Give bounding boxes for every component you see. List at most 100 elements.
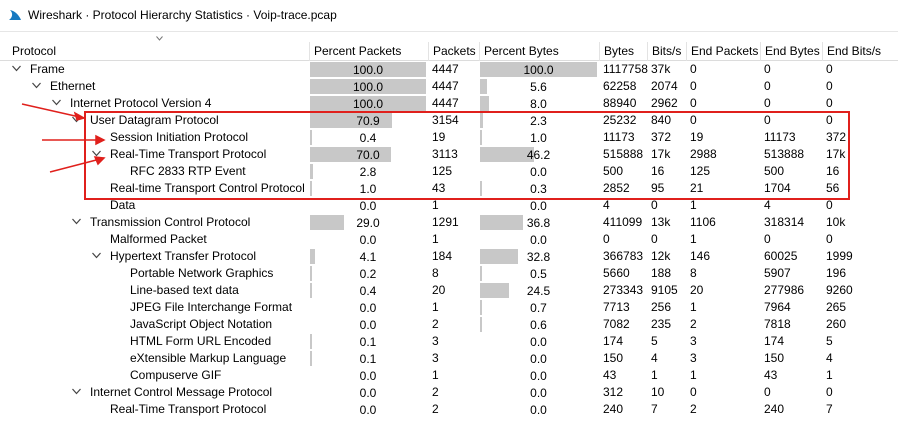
column-header-protocol[interactable]: Protocol [0,42,309,61]
percent-bytes-bar: 0.7 [480,300,597,315]
column-header-percent-packets[interactable]: Percent Packets [309,42,428,61]
percent-packets-bar: 0.0 [310,198,426,213]
expand-chevron-down-icon[interactable] [72,388,81,395]
expand-chevron-down-icon[interactable] [52,99,61,106]
percent-bytes-value: 0.0 [530,335,547,349]
bytes-value: 5660 [603,266,630,280]
table-row[interactable]: JPEG File Interchange Format 0.0 0.7 1 7713 2… [0,299,898,316]
table-row[interactable]: Frame 100.0 100.0 4447 1117758 37k 0 0 0 [0,61,898,78]
percent-bytes-bar: 0.5 [480,266,597,281]
table-row[interactable]: Internet Control Message Protocol 0.0 0.0 2… [0,384,898,401]
end-bytes-value: 174 [764,334,785,348]
expand-chevron-down-icon[interactable] [32,82,41,89]
protocol-name: Transmission Control Protocol [90,215,251,229]
end-bits-per-second-value: 0 [826,62,833,76]
percent-bytes-value: 0.0 [530,352,547,366]
table-row[interactable]: HTML Form URL Encoded 0.1 0.0 3 174 5 3 174 5 [0,333,898,350]
bytes-value: 88940 [603,96,637,110]
end-bits-per-second-value: 196 [826,266,847,280]
table-row[interactable]: Real-Time Transport Protocol 0.0 0.0 2 240 7 2… [0,401,898,418]
table-row[interactable]: eXtensible Markup Language 0.1 0.0 3 150 4 3 15… [0,350,898,367]
bytes-value: 62258 [603,79,637,93]
percent-bytes-bar: 36.8 [480,215,597,230]
table-row[interactable]: Ethernet 100.0 5.6 4447 62258 2074 0 0 0 [0,78,898,95]
percent-bytes-bar: 0.0 [480,198,597,213]
percent-bytes-bar: 0.0 [480,334,597,349]
end-packets-value: 0 [690,62,697,76]
expand-chevron-down-icon[interactable] [12,65,21,72]
column-header-end-bits-per-second[interactable]: End Bits/s [822,42,898,61]
end-bytes-value: 0 [764,232,771,246]
protocol-name: eXtensible Markup Language [130,351,287,365]
column-header-end-bytes[interactable]: End Bytes [760,42,822,61]
table-row[interactable]: JavaScript Object Notation 0.0 0.6 2 7082 235… [0,316,898,333]
end-bits-per-second-value: 4 [826,351,833,365]
bits-per-second-value: 12k [651,249,671,263]
percent-bytes-bar: 32.8 [480,249,597,264]
table-row[interactable]: Portable Network Graphics 0.2 0.5 8 5660 188 8… [0,265,898,282]
bytes-value: 411099 [603,215,643,229]
column-header-bytes[interactable]: Bytes [599,42,647,61]
bytes-value: 366783 [603,249,644,263]
percent-bytes-value: 0.0 [530,386,547,400]
percent-bytes-bar: 0.6 [480,317,597,332]
table-row[interactable]: Compuserve GIF 0.0 0.0 1 43 1 1 43 1 [0,367,898,384]
percent-packets-bar: 0.1 [310,334,426,349]
end-bits-per-second-value: 0 [826,96,833,110]
end-bits-per-second-value: 0 [826,385,833,399]
table-row[interactable]: Line-based text data 0.4 24.5 20 273343 9105 2… [0,282,898,299]
end-bytes-value: 277986 [764,283,805,297]
end-packets-value: 3 [690,351,697,365]
protocol-hierarchy-table[interactable]: Protocol Percent Packets Packets Percent… [0,34,898,445]
percent-packets-bar: 0.0 [310,368,426,383]
percent-bytes-bar: 24.5 [480,283,597,298]
percent-bytes-value: 24.5 [526,284,551,298]
end-bytes-value: 150 [764,351,785,365]
end-packets-value: 20 [690,283,704,297]
packets-value: 1 [432,300,439,314]
percent-packets-value: 0.0 [359,386,377,400]
percent-bytes-value: 0.0 [530,369,547,383]
bits-per-second-value: 5 [651,334,658,348]
percent-packets-value: 0.0 [359,369,377,383]
column-header-packets[interactable]: Packets [428,42,479,61]
end-bits-per-second-value: 1 [826,368,833,382]
percent-bytes-value: 5.6 [530,80,547,94]
percent-bytes-bar: 0.0 [480,351,597,366]
percent-packets-value: 0.0 [359,301,377,315]
end-bytes-value: 0 [764,79,771,93]
bytes-value: 0 [603,232,610,246]
percent-bytes-value: 0.0 [530,199,547,213]
bits-per-second-value: 9105 [651,283,678,297]
bits-per-second-value: 37k [651,62,671,76]
expand-chevron-down-icon[interactable] [92,252,101,259]
table-header: Protocol Percent Packets Packets Percent… [0,36,898,61]
expand-chevron-down-icon[interactable] [72,116,81,123]
bytes-value: 240 [603,402,624,416]
sort-indicator-icon [156,36,163,41]
expand-chevron-down-icon[interactable] [72,218,81,225]
title-bar: Wireshark · Protocol Hierarchy Statistic… [0,0,898,32]
column-header-end-packets[interactable]: End Packets [686,42,760,61]
protocol-name: Real-Time Transport Protocol [110,402,267,416]
end-bits-per-second-value: 1999 [826,249,853,263]
percent-packets-value: 0.2 [359,267,377,281]
percent-packets-bar: 0.2 [310,266,426,281]
packets-value: 2 [432,402,439,416]
bytes-value: 7713 [603,300,630,314]
table-row[interactable]: Internet Protocol Version 4 100.0 8.0 4447 8… [0,95,898,112]
table-row[interactable]: Hypertext Transfer Protocol 4.1 32.8 184 366… [0,248,898,265]
protocol-name: JavaScript Object Notation [130,317,273,331]
column-header-bits-per-second[interactable]: Bits/s [647,42,686,61]
bits-per-second-value: 188 [651,266,672,280]
table-row[interactable]: Malformed Packet 0.0 0.0 1 0 0 1 0 0 [0,231,898,248]
table-row[interactable]: Transmission Control Protocol 29.0 36.8 129… [0,214,898,231]
window-title: Wireshark · Protocol Hierarchy Statistic… [28,8,337,22]
protocol-name: Ethernet [50,79,96,93]
packets-value: 1291 [432,215,459,229]
packets-value: 4447 [432,79,459,93]
percent-packets-bar: 29.0 [310,215,426,230]
percent-packets-value: 29.0 [356,216,380,230]
column-header-percent-bytes[interactable]: Percent Bytes [479,42,599,61]
protocol-name: Malformed Packet [110,232,207,246]
